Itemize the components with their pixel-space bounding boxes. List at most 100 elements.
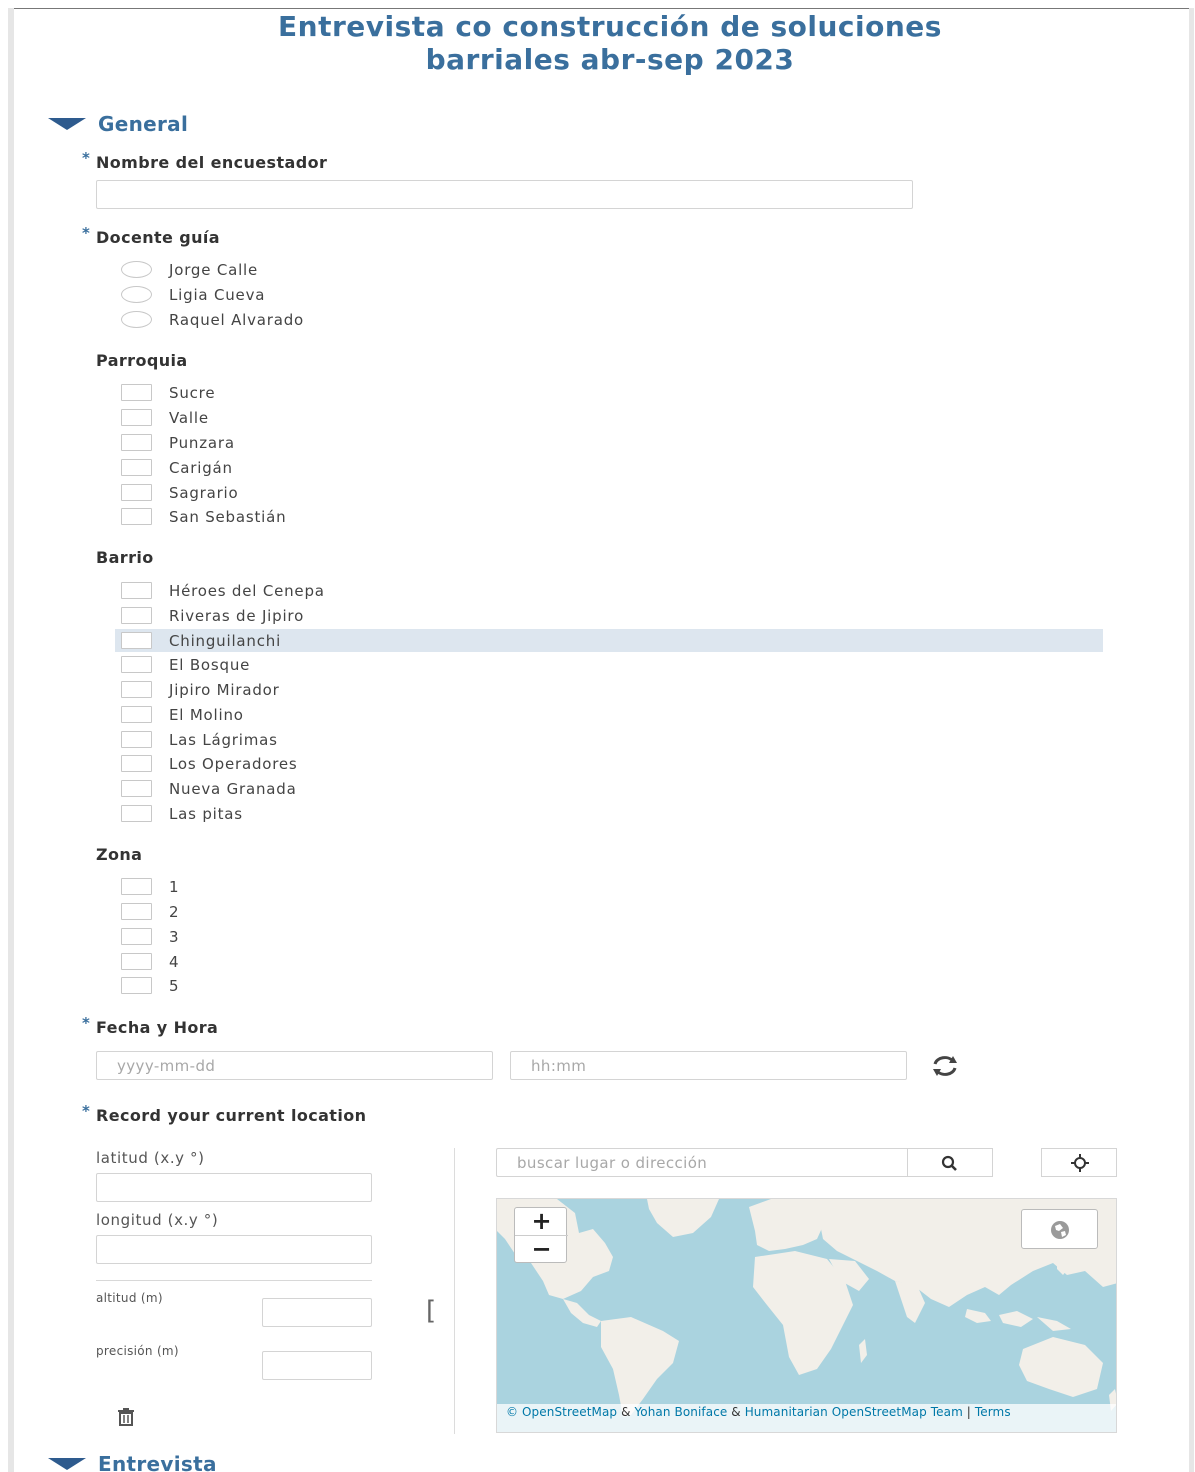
search-icon [941,1155,959,1176]
checkbox[interactable] [121,508,152,525]
checkbox[interactable] [121,632,152,649]
map-search-button[interactable] [907,1148,993,1177]
checkbox[interactable] [121,953,152,970]
accuracy-input[interactable] [262,1351,372,1380]
option-label: Sagrario [169,483,239,502]
option-label: 5 [169,976,180,995]
checkbox[interactable] [121,656,152,673]
option-label: 1 [169,877,180,896]
encuestador-label: Nombre del encuestador [96,153,328,172]
docente-option[interactable]: Raquel Alvarado [115,308,1103,331]
page-border-left [8,8,14,1472]
checkbox[interactable] [121,706,152,723]
altitude-input[interactable] [262,1298,372,1327]
option-label: Jipiro Mirador [169,680,280,699]
required-mark: * [82,224,90,242]
crosshairs-icon [1070,1154,1090,1176]
zona-option[interactable]: 5 [115,974,1103,997]
barrio-option[interactable]: Los Operadores [115,752,1103,775]
attribution-osm-link[interactable]: © OpenStreetMap [506,1405,617,1419]
layers-button[interactable] [1021,1209,1098,1249]
attribution-hot-link[interactable]: Humanitarian OpenStreetMap Team [745,1405,963,1419]
barrio-option[interactable]: Nueva Granada [115,777,1103,800]
parroquia-option[interactable]: Sagrario [115,481,1103,504]
radio-button[interactable] [121,311,152,328]
parroquia-option[interactable]: San Sebastián [115,505,1103,528]
checkbox[interactable] [121,977,152,994]
checkbox[interactable] [121,484,152,501]
caret-down-icon [48,1458,86,1470]
checkbox[interactable] [121,731,152,748]
zona-option[interactable]: 2 [115,900,1103,923]
barrio-label: Barrio [96,548,154,567]
checkbox[interactable] [121,780,152,797]
barrio-option[interactable]: Las Lágrimas [115,728,1103,751]
encuestador-input[interactable] [96,180,913,209]
checkbox[interactable] [121,459,152,476]
option-label: Valle [169,408,209,427]
barrio-option[interactable]: El Molino [115,703,1103,726]
zoom-out-button[interactable]: − [515,1236,568,1264]
docente-label: Docente guía [96,228,220,247]
bracket-mark: [ [426,1296,437,1326]
altitude-label: altitud (m) [96,1291,163,1305]
barrio-option-highlighted[interactable]: Chinguilanchi [115,629,1103,652]
option-label: El Molino [169,705,244,724]
option-label: Las pitas [169,804,243,823]
column-divider [454,1148,455,1434]
date-input[interactable] [96,1051,493,1080]
attribution-separator: & [617,1405,635,1419]
checkbox[interactable] [121,607,152,624]
barrio-option[interactable]: Héroes del Cenepa [115,579,1103,602]
option-label: Nueva Granada [169,779,297,798]
section-entrevista-toggle[interactable]: Entrevista [48,1452,217,1472]
map-view[interactable]: + − © OpenStreetMap & Yohan Boniface & H… [496,1198,1117,1433]
option-label: Jorge Calle [169,260,259,279]
checkbox[interactable] [121,582,152,599]
docente-option[interactable]: Jorge Calle [115,258,1103,281]
time-input[interactable] [510,1051,907,1080]
section-general-toggle[interactable]: General [48,112,188,136]
zona-option[interactable]: 1 [115,875,1103,898]
barrio-option[interactable]: Las pitas [115,802,1103,825]
checkbox[interactable] [121,878,152,895]
longitude-input[interactable] [96,1235,372,1264]
option-label: San Sebastián [169,507,287,526]
latitude-input[interactable] [96,1173,372,1202]
radio-button[interactable] [121,261,152,278]
parroquia-option[interactable]: Punzara [115,431,1103,454]
zoom-in-button[interactable]: + [515,1208,568,1236]
longitude-label: longitud (x.y °) [96,1211,219,1229]
option-label: Ligia Cueva [169,285,266,304]
zona-option[interactable]: 3 [115,925,1103,948]
checkbox[interactable] [121,903,152,920]
zona-option[interactable]: 4 [115,950,1103,973]
checkbox[interactable] [121,928,152,945]
parroquia-option[interactable]: Sucre [115,381,1103,404]
checkbox[interactable] [121,384,152,401]
location-label: Record your current location [96,1106,367,1125]
attribution-separator: | [962,1405,975,1419]
parroquia-option[interactable]: Valle [115,406,1103,429]
latitude-label: latitud (x.y °) [96,1149,205,1167]
checkbox[interactable] [121,409,152,426]
checkbox[interactable] [121,755,152,772]
zoom-control: + − [514,1207,568,1264]
attribution-terms-link[interactable]: Terms [975,1405,1011,1419]
radio-button[interactable] [121,286,152,303]
checkbox[interactable] [121,434,152,451]
option-label: Los Operadores [169,754,298,773]
refresh-icon[interactable] [929,1053,961,1079]
locate-button[interactable] [1041,1148,1117,1177]
barrio-option[interactable]: El Bosque [115,653,1103,676]
docente-option[interactable]: Ligia Cueva [115,283,1103,306]
barrio-option[interactable]: Jipiro Mirador [115,678,1103,701]
required-mark: * [82,1014,90,1032]
barrio-option[interactable]: Riveras de Jipiro [115,604,1103,627]
map-search-input[interactable] [496,1148,908,1177]
checkbox[interactable] [121,805,152,822]
checkbox[interactable] [121,681,152,698]
attribution-yohan-link[interactable]: Yohan Boniface [634,1405,727,1419]
parroquia-option[interactable]: Carigán [115,456,1103,479]
trash-icon[interactable] [115,1407,137,1427]
